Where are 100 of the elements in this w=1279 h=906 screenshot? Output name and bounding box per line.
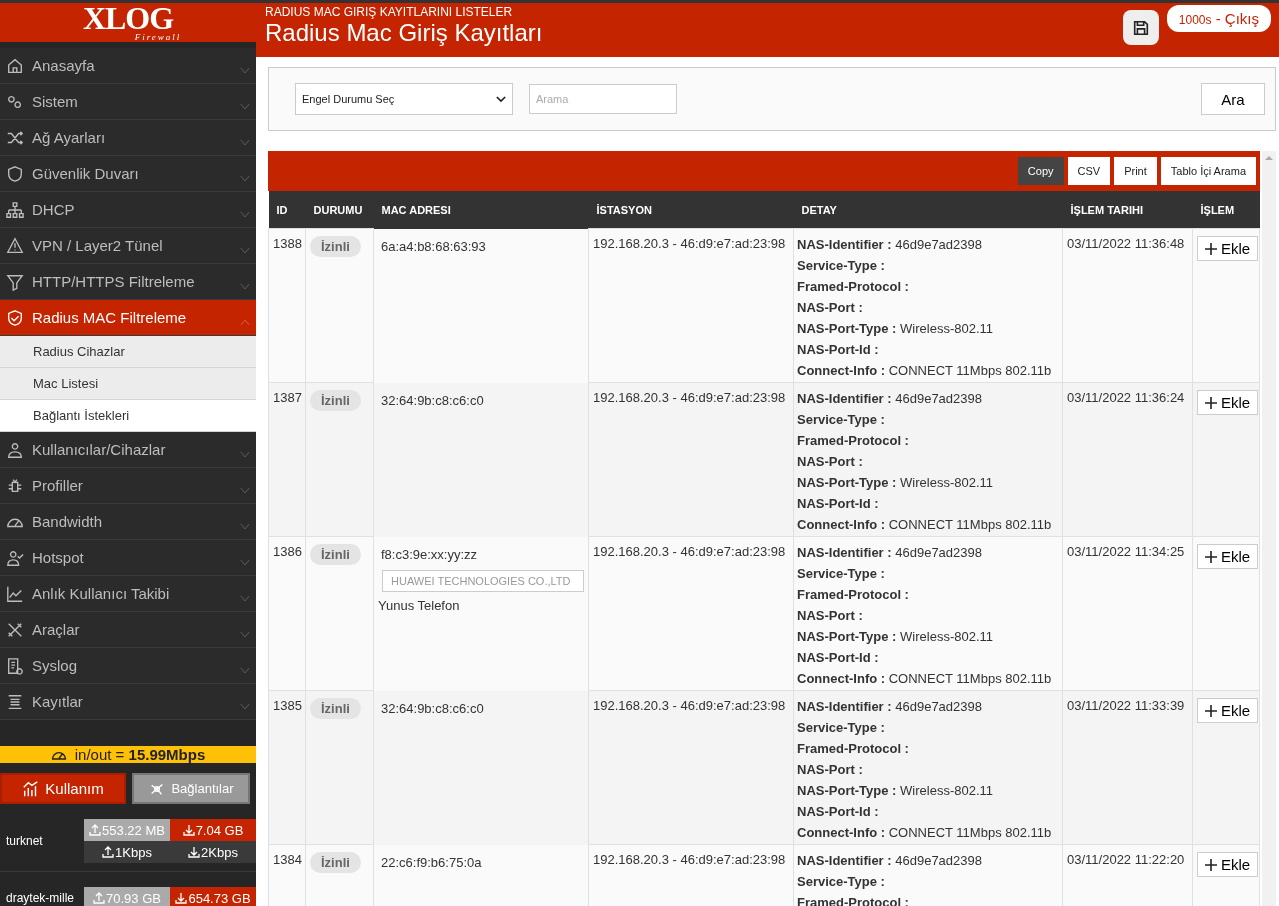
- scrollbar[interactable]: [1262, 151, 1276, 906]
- scroll-up-icon[interactable]: [1265, 155, 1273, 160]
- sidebar-item[interactable]: Anasayfa: [0, 48, 256, 84]
- add-button[interactable]: Ekle: [1197, 236, 1259, 261]
- mac-address: 32:64:9b:c8:c6:c0: [381, 700, 485, 716]
- detail-line: NAS-Identifier : 46d9e7ad2398: [797, 698, 983, 716]
- sidebar-item[interactable]: Kayıtlar: [0, 684, 256, 720]
- submenu-item[interactable]: Mac Listesi: [0, 368, 256, 400]
- column-header: İŞLEM TARIHI: [1062, 191, 1193, 229]
- sidebar-item[interactable]: VPN / Layer2 Tünel: [0, 228, 256, 264]
- chevron-down-icon: [240, 67, 250, 74]
- sidebar-item[interactable]: Kullanıcılar/Cihazlar: [0, 432, 256, 468]
- chevron-down-icon: [240, 523, 250, 530]
- plus-icon: [1205, 242, 1217, 255]
- download-total: 7.04 GB: [170, 819, 256, 841]
- station-text: 192.168.20.3 - 46:d9:e7:ad:23:98: [593, 390, 786, 405]
- column-header: ID: [268, 191, 306, 229]
- detail-line: NAS-Port-Id :: [797, 341, 880, 359]
- sidebar-item[interactable]: Syslog: [0, 648, 256, 684]
- add-button[interactable]: Ekle: [1197, 698, 1259, 723]
- sidebar-item[interactable]: Radius MAC Filtreleme: [0, 300, 256, 336]
- detail-line: Service-Type :: [797, 873, 886, 891]
- sidebar-item[interactable]: Bandwidth: [0, 504, 256, 540]
- status-select[interactable]: Engel Durumu Seç: [295, 83, 513, 115]
- detail-line: NAS-Identifier : 46d9e7ad2398: [797, 236, 983, 254]
- sidebar-item[interactable]: Anlık Kullanıcı Takibi: [0, 576, 256, 612]
- logo-text: XLOG: [82, 3, 174, 33]
- person-icon: [6, 440, 24, 459]
- upload-icon: [89, 824, 102, 836]
- sidebar-item[interactable]: Araçlar: [0, 612, 256, 648]
- search-field[interactable]: Arama: [529, 84, 677, 114]
- stack-icon: [6, 692, 24, 711]
- detail-line: NAS-Identifier : 46d9e7ad2398: [797, 852, 983, 870]
- chevron-down-icon: [496, 95, 506, 103]
- submenu-item[interactable]: Radius Cihazlar: [0, 336, 256, 368]
- sidebar-item[interactable]: DHCP: [0, 192, 256, 228]
- id-text: 1388: [273, 236, 302, 251]
- toolbar-button[interactable]: Print: [1114, 157, 1157, 185]
- sidebar-item[interactable]: HTTP/HTTPS Filtreleme: [0, 264, 256, 300]
- sidebar-item[interactable]: Profiller: [0, 468, 256, 504]
- toolbar-button[interactable]: Tablo İçi Arama: [1160, 157, 1256, 185]
- detail-line: NAS-Port-Id :: [797, 495, 880, 513]
- date-text: 03/11/2022 11:36:48: [1067, 236, 1185, 251]
- toolbar-button[interactable]: CSV: [1067, 157, 1111, 185]
- detail-line: Service-Type :: [797, 719, 886, 737]
- id-text: 1384: [273, 852, 302, 867]
- logout-button[interactable]: 1000s - Çıkış: [1166, 5, 1271, 32]
- detail-line: Connect-Info : CONNECT 11Mbps 802.11b: [797, 516, 1053, 534]
- detail-line: Framed-Protocol :: [797, 586, 910, 604]
- sidebar-tab[interactable]: Kullanım: [0, 773, 126, 804]
- network-icon: [6, 200, 24, 219]
- date-text: 03/11/2022 11:33:39: [1067, 698, 1185, 713]
- search-button[interactable]: Ara: [1201, 83, 1265, 115]
- chevron-down-icon: [240, 211, 250, 218]
- id-text: 1387: [273, 390, 302, 405]
- toolbar-button[interactable]: Copy: [1017, 157, 1064, 185]
- download-rate: 2Kbps: [170, 841, 256, 863]
- upload-icon: [93, 892, 106, 904]
- station-text: 192.168.20.3 - 46:d9:e7:ad:23:98: [593, 698, 786, 713]
- detail-line: Connect-Info : CONNECT 11Mbps 802.11b: [797, 362, 1053, 380]
- column-header: DURUMU: [305, 191, 374, 229]
- plus-icon: [1205, 704, 1217, 717]
- mac-address: 6a:a4:b8:68:63:93: [381, 238, 487, 254]
- detail-line: NAS-Port-Type : Wireless-802.11: [797, 320, 994, 338]
- save-button[interactable]: [1122, 10, 1159, 45]
- add-button[interactable]: Ekle: [1197, 390, 1259, 415]
- detail-line: Service-Type :: [797, 565, 886, 583]
- vendor-label: HUAWEI TECHNOLOGIES CO.,LTD: [382, 569, 584, 592]
- detail-line: Framed-Protocol :: [797, 278, 910, 296]
- upload-rate: 1Kbps: [84, 841, 170, 863]
- sidebar-item[interactable]: Ağ Ayarları: [0, 120, 256, 156]
- chevron-down-icon: [240, 175, 250, 182]
- detail-line: Service-Type :: [797, 411, 886, 429]
- detail-line: NAS-Identifier : 46d9e7ad2398: [797, 544, 983, 562]
- sidebar-item[interactable]: Sistem: [0, 84, 256, 120]
- add-button[interactable]: Ekle: [1197, 544, 1259, 569]
- sidebar-item[interactable]: Güvenlik Duvarı: [0, 156, 256, 192]
- download-icon: [182, 824, 195, 836]
- bug-icon: [6, 476, 24, 495]
- chevron-down-icon: [240, 319, 250, 326]
- chevron-down-icon: [240, 559, 250, 566]
- shield-check-icon: [6, 308, 24, 327]
- plus-icon: [1205, 550, 1217, 563]
- submenu-item[interactable]: Bağlantı İstekleri: [0, 400, 256, 432]
- detail-line: Framed-Protocol :: [797, 432, 910, 450]
- status-badge: İzinli: [310, 852, 361, 873]
- mac-address: f8:c3:9e:xx:yy:zz: [381, 546, 479, 562]
- status-badge: İzinli: [310, 236, 361, 257]
- sidebar-item[interactable]: Hotspot: [0, 540, 256, 576]
- add-button[interactable]: Ekle: [1197, 852, 1259, 877]
- house-icon: [6, 56, 24, 75]
- funnel-icon: [6, 272, 24, 291]
- upload-total: 70.93 GB: [84, 887, 170, 906]
- column-header: MAC ADRESI: [373, 191, 589, 229]
- date-text: 03/11/2022 11:34:25: [1067, 544, 1185, 559]
- detail-line: NAS-Port-Id :: [797, 803, 880, 821]
- date-text: 03/11/2022 11:36:24: [1067, 390, 1185, 405]
- station-text: 192.168.20.3 - 46:d9:e7:ad:23:98: [593, 236, 786, 251]
- chevron-down-icon: [240, 703, 250, 710]
- shield-icon: [6, 164, 24, 183]
